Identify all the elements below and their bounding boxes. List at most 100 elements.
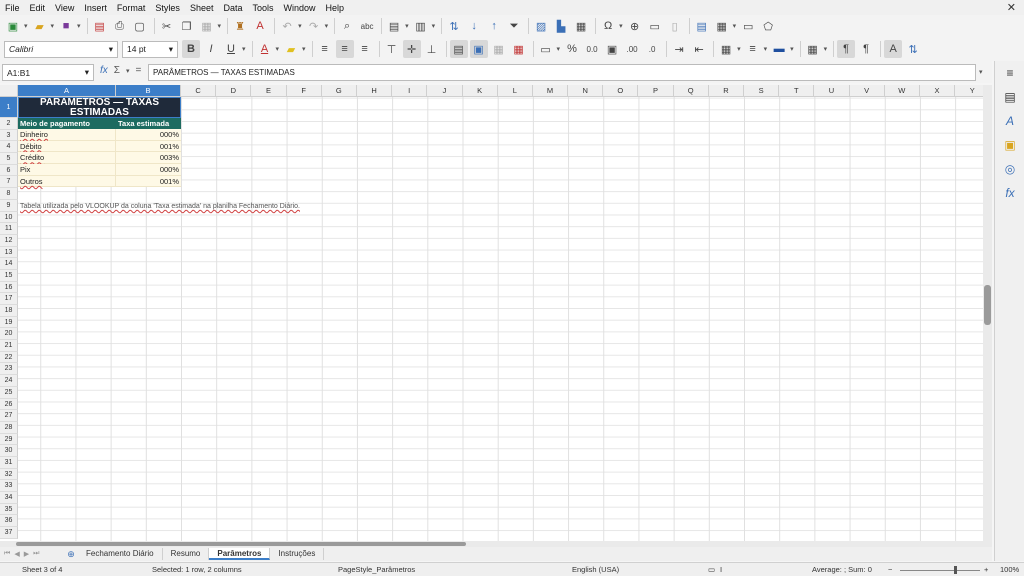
next-sheet-icon[interactable]: ▶ <box>24 550 29 558</box>
undo-dropdown-icon[interactable]: ▾ <box>298 22 302 30</box>
column-header-a[interactable]: A <box>18 85 116 97</box>
menu-edit[interactable]: Edit <box>25 3 51 13</box>
increase-indent-icon[interactable]: ⇥ <box>670 40 688 58</box>
zoom-slider-handle[interactable] <box>954 566 957 574</box>
align-bottom-icon[interactable]: ⊥ <box>423 40 441 58</box>
borders-icon[interactable]: ▦ <box>717 40 735 58</box>
column-header-w[interactable]: W <box>884 85 920 97</box>
payment-method-cell[interactable]: Débito <box>18 140 116 152</box>
sum-icon[interactable]: Σ <box>114 65 120 76</box>
sheet-tab[interactable]: Parâmetros <box>209 548 271 560</box>
headers-footers-icon[interactable]: ▯ <box>666 17 684 35</box>
row-header[interactable]: 34 <box>0 492 18 504</box>
add-decimal-icon[interactable]: .00 <box>623 40 641 58</box>
expand-formula-icon[interactable]: ▾ <box>979 68 983 76</box>
table-row[interactable]: Dinheiro 000% <box>18 129 181 141</box>
conditional-format-icon[interactable]: ▦ <box>804 40 822 58</box>
menu-view[interactable]: View <box>50 3 79 13</box>
wrap-text-icon[interactable]: ▤ <box>449 40 468 58</box>
column-header-d[interactable]: D <box>216 85 252 97</box>
export-pdf-icon[interactable]: ▤ <box>91 17 109 35</box>
sheet-tab[interactable]: Resumo <box>163 548 210 560</box>
column-icon[interactable]: ▥ <box>412 17 430 35</box>
properties-icon[interactable]: ▤ <box>995 85 1024 109</box>
row-header[interactable]: 26 <box>0 398 18 411</box>
copy-icon[interactable]: ❐ <box>178 17 196 35</box>
row-icon[interactable]: ▤ <box>385 17 403 35</box>
unmerge-cells-icon[interactable]: ▦ <box>510 40 528 58</box>
selection-mode-icon[interactable]: ▭ <box>708 565 715 574</box>
row-header[interactable]: 5 <box>0 153 18 165</box>
row-header[interactable]: 21 <box>0 340 18 352</box>
insert-chart-icon[interactable]: ▙ <box>552 17 570 35</box>
title-cell[interactable]: PARÂMETROS — TAXAS ESTIMADAS <box>18 97 181 118</box>
column-header-j[interactable]: J <box>427 85 463 97</box>
menu-tools[interactable]: Tools <box>247 3 278 13</box>
comment-icon[interactable]: ▭ <box>646 17 664 35</box>
merge-center-icon[interactable]: ▣ <box>469 40 488 58</box>
column-header-x[interactable]: X <box>919 85 956 97</box>
functions-icon[interactable]: fx <box>995 181 1024 205</box>
freeze-rows-columns-icon[interactable]: ▦ <box>713 17 731 35</box>
row-header[interactable]: 30 <box>0 445 18 457</box>
row-header[interactable]: 36 <box>0 515 18 528</box>
rate-cell[interactable]: 001% <box>116 176 181 187</box>
table-row[interactable]: Pix 000% <box>18 164 181 176</box>
save-icon[interactable]: ■ <box>57 17 75 35</box>
page-style[interactable]: PageStyle_Parâmetros <box>338 565 415 574</box>
row-header[interactable]: 20 <box>0 328 18 341</box>
row-header[interactable]: 29 <box>0 433 18 446</box>
gallery-icon[interactable]: ▣ <box>995 133 1024 157</box>
underline-dropdown-icon[interactable]: ▾ <box>242 45 246 53</box>
function-wizard-icon[interactable]: fx <box>100 65 108 76</box>
row-header[interactable]: 2 <box>0 118 18 130</box>
sheet-position[interactable]: Sheet 3 of 4 <box>22 565 62 574</box>
split-window-icon[interactable]: ▭ <box>739 17 757 35</box>
vertical-text-icon[interactable]: ⇅ <box>904 40 922 58</box>
row-header[interactable]: 22 <box>0 351 18 364</box>
highlight-color-icon[interactable]: ▰ <box>282 40 300 58</box>
row-header[interactable]: 17 <box>0 293 18 305</box>
hyperlink-icon[interactable]: ⊕ <box>626 17 644 35</box>
row-header[interactable]: 1 <box>0 97 18 118</box>
row-header[interactable]: 15 <box>0 269 18 282</box>
row-header[interactable]: 10 <box>0 211 18 224</box>
open-dropdown-icon[interactable]: ▾ <box>51 22 55 30</box>
highlight-dropdown-icon[interactable]: ▾ <box>302 45 306 53</box>
column-header-v[interactable]: V <box>849 85 885 97</box>
define-print-area-icon[interactable]: ▤ <box>693 17 711 35</box>
previous-sheet-icon[interactable]: ◀ <box>14 550 19 558</box>
column-header-s[interactable]: S <box>744 85 780 97</box>
table-row[interactable]: Outros 001% <box>18 175 181 188</box>
menu-insert[interactable]: Insert <box>79 3 112 13</box>
select-all-corner[interactable] <box>0 85 18 97</box>
new-icon[interactable]: ▣ <box>4 17 22 35</box>
column-header-b[interactable]: B <box>116 85 181 97</box>
open-icon[interactable]: ▰ <box>31 17 49 35</box>
cut-icon[interactable]: ✂ <box>158 17 176 35</box>
note-text[interactable]: Tabela utilizada pelo VLOOKUP da coluna … <box>20 203 300 210</box>
clone-formatting-icon[interactable]: ♜ <box>231 17 249 35</box>
date-format-icon[interactable]: ▣ <box>603 40 621 58</box>
font-size-box[interactable]: 14 pt ▾ <box>122 40 178 58</box>
payment-method-cell[interactable]: Pix <box>18 164 116 175</box>
align-left-icon[interactable]: ≡ <box>316 40 334 58</box>
column-header-m[interactable]: M <box>532 85 569 97</box>
language-status[interactable]: English (USA) <box>572 565 619 574</box>
menu-sheet[interactable]: Sheet <box>185 3 219 13</box>
row-header[interactable]: 7 <box>0 176 18 189</box>
close-document-icon[interactable]: ✕ <box>1007 1 1016 14</box>
row-header[interactable]: 12 <box>0 234 18 247</box>
border-color-dropdown-icon[interactable]: ▾ <box>790 45 794 53</box>
column-header-t[interactable]: T <box>779 85 815 97</box>
rate-cell[interactable]: 000% <box>116 129 181 140</box>
percent-format-icon[interactable]: % <box>563 40 581 58</box>
menu-data[interactable]: Data <box>218 3 247 13</box>
row-header[interactable]: 11 <box>0 223 18 235</box>
border-style-icon[interactable]: ≡ <box>744 40 762 58</box>
right-to-left-icon[interactable]: ¶ <box>857 40 875 58</box>
column-header-p[interactable]: P <box>638 85 674 97</box>
styles-icon[interactable]: A <box>995 109 1024 133</box>
row-header[interactable]: 9 <box>0 199 18 212</box>
row-header[interactable]: 14 <box>0 258 18 270</box>
